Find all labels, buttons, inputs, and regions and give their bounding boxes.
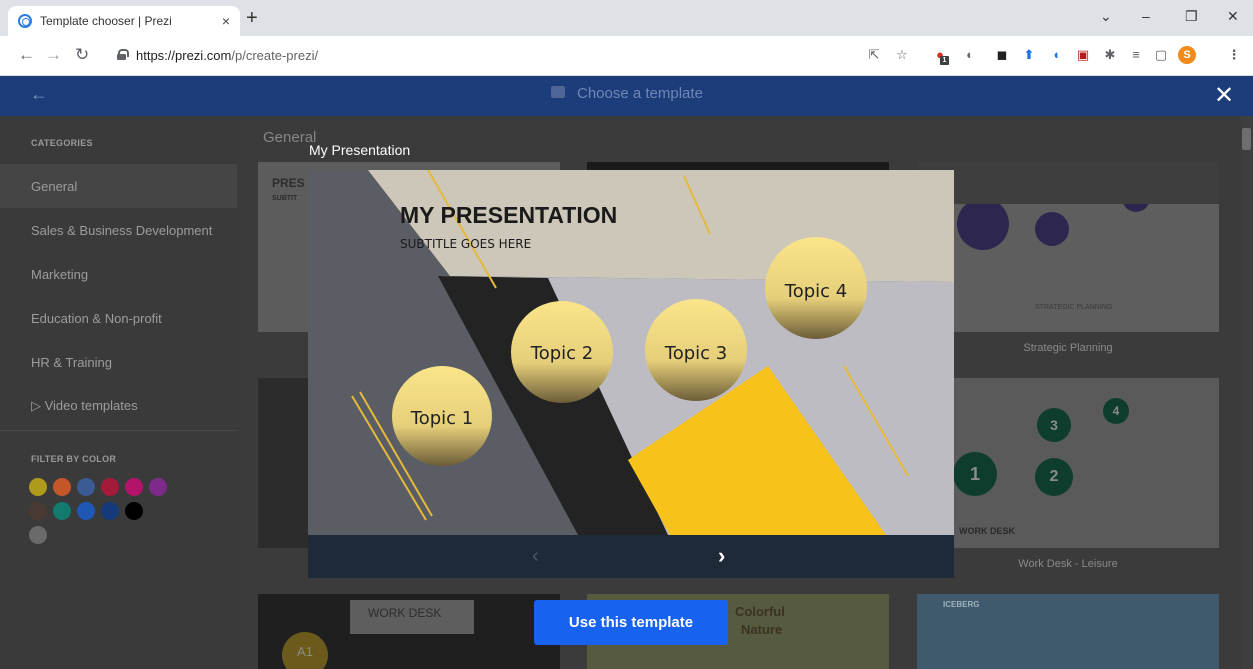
profile-avatar[interactable]: S bbox=[1178, 46, 1196, 64]
color-swatch[interactable] bbox=[125, 502, 143, 520]
url-path: /p/create-prezi/ bbox=[231, 48, 319, 63]
color-swatch[interactable] bbox=[149, 502, 167, 520]
card-text: STRATEGIC PLANNING bbox=[1035, 304, 1113, 311]
arrow-left-icon[interactable]: ← bbox=[30, 84, 48, 105]
slide-artwork: MY PRESENTATION SUBTITLE GOES HERE Topic… bbox=[308, 170, 954, 535]
extension-g-icon[interactable]: ◼ bbox=[994, 47, 1010, 63]
color-swatch[interactable] bbox=[53, 502, 71, 520]
new-tab-button[interactable]: + bbox=[246, 8, 258, 28]
extension-badge: 1 bbox=[940, 56, 949, 65]
categories-heading: CATEGORIES bbox=[31, 138, 93, 148]
number-circle: 4 bbox=[1103, 398, 1129, 424]
browser-tab-bar: Template chooser | Prezi × + ⌄ – ❐ ✕ bbox=[0, 0, 1253, 36]
card-text: Colorful bbox=[735, 604, 785, 619]
template-preview-slide: MY PRESENTATION SUBTITLE GOES HERE Topic… bbox=[308, 170, 954, 535]
prezi-favicon-icon bbox=[18, 14, 32, 28]
card-text: Nature bbox=[741, 622, 783, 637]
color-swatch[interactable] bbox=[29, 526, 47, 544]
extension-c-icon[interactable]: ◖ bbox=[1048, 47, 1064, 63]
topic-4-label: Topic 4 bbox=[784, 281, 847, 302]
color-swatch[interactable] bbox=[29, 478, 47, 496]
prezi-header: ← Choose a template ✕ bbox=[0, 76, 1253, 116]
restore-icon[interactable]: ❐ bbox=[1185, 8, 1198, 25]
number-circle: 3 bbox=[1037, 408, 1071, 442]
card-label: Work Desk - Leisure bbox=[1018, 558, 1118, 570]
reload-icon[interactable]: ↻ bbox=[75, 45, 89, 65]
filter-color-heading: FILTER BY COLOR bbox=[31, 454, 117, 464]
sidebar-item-hr[interactable]: HR & Training bbox=[0, 340, 237, 384]
topic-1-label: Topic 1 bbox=[410, 408, 473, 429]
sidebar-item-marketing[interactable]: Marketing bbox=[0, 252, 237, 296]
template-card-6[interactable]: 1 2 3 4 WORK DESK bbox=[917, 378, 1219, 548]
color-swatch[interactable] bbox=[29, 502, 47, 520]
card-text: WORK DESK bbox=[959, 526, 1015, 536]
chevron-right-icon[interactable]: › bbox=[718, 543, 725, 569]
card-strip bbox=[917, 162, 1219, 204]
modal-title: My Presentation bbox=[309, 142, 411, 158]
sidebar-item-general[interactable]: General bbox=[0, 164, 237, 208]
sidebar-item-video-templates[interactable]: ▷ Video templates bbox=[0, 384, 237, 428]
lock-icon[interactable] bbox=[117, 49, 129, 60]
side-panel-icon[interactable]: ▢ bbox=[1153, 47, 1169, 63]
extension-upload-icon[interactable]: ⬆ bbox=[1021, 47, 1037, 63]
card-text: SUBTIT bbox=[272, 195, 298, 202]
card-label: Strategic Planning bbox=[1023, 342, 1113, 354]
sidebar-divider bbox=[0, 430, 237, 431]
extensions-puzzle-icon[interactable]: ✱ bbox=[1102, 47, 1118, 63]
extension-tv-icon[interactable]: ▣ bbox=[1075, 47, 1091, 63]
card-circle: A1 bbox=[282, 632, 328, 669]
slide-navigation: ‹ › bbox=[308, 535, 954, 578]
number-circle: 1 bbox=[953, 452, 997, 496]
browser-tab[interactable]: Template chooser | Prezi × bbox=[8, 6, 240, 36]
browser-toolbar: ← → ↻ https://prezi.com/p/create-prezi/ … bbox=[0, 36, 1253, 76]
back-arrow-icon[interactable]: ← bbox=[18, 45, 35, 65]
slide-title: MY PRESENTATION bbox=[400, 202, 617, 228]
share-icon[interactable]: ⇱ bbox=[866, 47, 882, 63]
color-swatch[interactable] bbox=[101, 502, 119, 520]
card-text: PRES bbox=[272, 176, 305, 190]
extension-shield-icon[interactable]: ◐ bbox=[962, 47, 978, 63]
number-circle: 2 bbox=[1035, 458, 1073, 496]
color-swatch[interactable] bbox=[101, 478, 119, 496]
close-icon[interactable]: ✕ bbox=[1214, 84, 1234, 108]
topic-2-label: Topic 2 bbox=[530, 343, 593, 364]
page-title: Choose a template bbox=[577, 85, 703, 102]
forward-arrow-icon[interactable]: → bbox=[45, 45, 62, 65]
scrollbar[interactable] bbox=[1241, 116, 1253, 669]
tab-search-icon[interactable]: ⌄ bbox=[1100, 8, 1112, 25]
address-bar[interactable]: https://prezi.com/p/create-prezi/ bbox=[136, 48, 318, 63]
chevron-left-icon[interactable]: ‹ bbox=[532, 545, 539, 568]
bookmark-star-icon[interactable]: ☆ bbox=[894, 47, 910, 63]
minimize-icon[interactable]: – bbox=[1142, 8, 1150, 24]
menu-kebab-icon[interactable]: ⋮ bbox=[1226, 47, 1242, 63]
template-card-9[interactable]: ICEBERG bbox=[917, 594, 1219, 669]
color-swatch[interactable] bbox=[77, 502, 95, 520]
card-text: WORK DESK bbox=[368, 606, 442, 620]
sidebar-item-education[interactable]: Education & Non-profit bbox=[0, 296, 237, 340]
color-swatch[interactable] bbox=[149, 478, 167, 496]
template-card-7[interactable]: WORK DESK A1 bbox=[258, 594, 560, 669]
scrollbar-thumb[interactable] bbox=[1242, 128, 1251, 150]
card-text: ICEBERG bbox=[943, 600, 980, 609]
use-template-button[interactable]: Use this template bbox=[534, 600, 728, 645]
template-icon bbox=[551, 86, 565, 98]
slide-subtitle: SUBTITLE GOES HERE bbox=[400, 237, 531, 251]
url-domain: https://prezi.com bbox=[136, 48, 232, 63]
color-swatch[interactable] bbox=[77, 478, 95, 496]
category-sidebar: CATEGORIES General Sales & Business Deve… bbox=[0, 116, 237, 669]
topic-3-label: Topic 3 bbox=[664, 343, 727, 364]
reading-list-icon[interactable]: ≡ bbox=[1128, 47, 1144, 63]
tab-title: Template chooser | Prezi bbox=[40, 14, 172, 28]
color-swatch[interactable] bbox=[53, 478, 71, 496]
sidebar-item-sales[interactable]: Sales & Business Development bbox=[0, 208, 237, 252]
tab-close-button[interactable]: × bbox=[222, 13, 230, 29]
window-close-icon[interactable]: ✕ bbox=[1227, 8, 1239, 25]
diagram-circle bbox=[1035, 212, 1069, 246]
diagram-circle bbox=[957, 198, 1009, 250]
template-card-3[interactable]: STRATEGIC PLANNING bbox=[917, 162, 1219, 332]
color-swatch[interactable] bbox=[125, 478, 143, 496]
